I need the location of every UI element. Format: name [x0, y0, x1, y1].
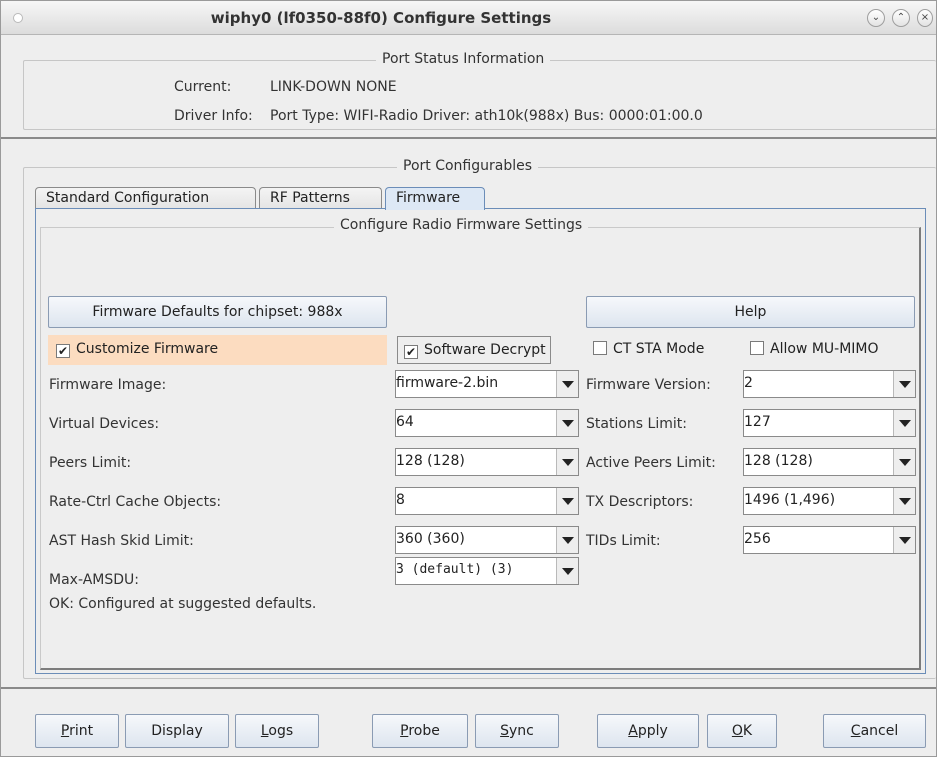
- print-label: rint: [69, 723, 94, 739]
- help-button[interactable]: Help: [586, 296, 915, 328]
- apply-button[interactable]: Apply: [597, 714, 699, 748]
- firmware-version-value: 2: [744, 375, 753, 391]
- chevron-down-icon[interactable]: [556, 558, 578, 584]
- peers-limit-label: Peers Limit:: [49, 455, 132, 471]
- checkbox-unchecked-icon: [750, 341, 764, 355]
- customize-firmware-label: Customize Firmware: [76, 341, 219, 357]
- chevron-down-icon[interactable]: [556, 449, 578, 475]
- chevron-down-icon[interactable]: [893, 449, 915, 475]
- probe-label: robe: [408, 723, 440, 739]
- apply-mnemonic: A: [628, 723, 638, 739]
- firmware-version-select[interactable]: 2: [743, 370, 916, 398]
- peers-limit-value: 128 (128): [396, 453, 465, 469]
- customize-firmware-checkbox[interactable]: ✔ Customize Firmware: [50, 336, 218, 364]
- firmware-image-label: Firmware Image:: [49, 377, 167, 393]
- software-decrypt-checkbox[interactable]: ✔ Software Decrypt: [397, 336, 551, 364]
- port-status-title: Port Status Information: [376, 51, 551, 67]
- active-peers-limit-value: 128 (128): [744, 453, 813, 469]
- active-peers-limit-label: Active Peers Limit:: [586, 455, 716, 471]
- virtual-devices-value: 64: [396, 414, 414, 430]
- ct-sta-mode-checkbox[interactable]: CT STA Mode: [587, 336, 704, 364]
- window-title: wiphy0 (lf0350-88f0) Configure Settings: [210, 9, 552, 27]
- tx-descriptors-value: 1496 (1,496): [744, 492, 836, 508]
- peers-limit-select[interactable]: 128 (128): [395, 448, 579, 476]
- firmware-version-label: Firmware Version:: [586, 377, 711, 393]
- cancel-mnemonic: C: [850, 723, 861, 739]
- tab-firmware[interactable]: Firmware: [385, 187, 485, 210]
- firmware-image-value: firmware-2.bin: [396, 375, 499, 391]
- cancel-button[interactable]: Cancel: [823, 714, 926, 748]
- tids-limit-value: 256: [744, 531, 771, 547]
- checkbox-checked-icon: ✔: [56, 344, 70, 358]
- chevron-down-icon[interactable]: [556, 488, 578, 514]
- max-amsdu-select[interactable]: 3 (default) (3): [395, 557, 579, 585]
- max-amsdu-value: 3 (default) (3): [396, 562, 514, 577]
- separator: [1, 137, 936, 139]
- chevron-down-icon[interactable]: [893, 488, 915, 514]
- sync-label: ync: [509, 723, 534, 739]
- tab-standard-configuration[interactable]: Standard Configuration: [35, 187, 256, 209]
- title-bar[interactable]: wiphy0 (lf0350-88f0) Configure Settings …: [1, 1, 936, 35]
- ok-button[interactable]: OK: [707, 714, 777, 748]
- minimize-icon[interactable]: ⌄: [867, 9, 885, 27]
- virtual-devices-select[interactable]: 64: [395, 409, 579, 437]
- stations-limit-label: Stations Limit:: [586, 416, 687, 432]
- configure-settings-window: wiphy0 (lf0350-88f0) Configure Settings …: [0, 0, 937, 757]
- separator: [1, 687, 936, 689]
- chevron-down-icon[interactable]: [893, 371, 915, 397]
- current-label: Current:: [174, 79, 232, 95]
- ok-mnemonic: O: [731, 723, 743, 739]
- rate-ctrl-cache-label: Rate-Ctrl Cache Objects:: [49, 494, 222, 510]
- tx-descriptors-select[interactable]: 1496 (1,496): [743, 487, 916, 515]
- ast-hash-skid-select[interactable]: 360 (360): [395, 526, 579, 554]
- tids-limit-select[interactable]: 256: [743, 526, 916, 554]
- ast-hash-skid-label: AST Hash Skid Limit:: [49, 533, 194, 549]
- virtual-devices-label: Virtual Devices:: [49, 416, 160, 432]
- current-value: LINK-DOWN NONE: [270, 79, 397, 95]
- apply-label: pply: [637, 723, 668, 739]
- chevron-down-icon[interactable]: [556, 527, 578, 553]
- ct-sta-mode-label: CT STA Mode: [613, 341, 705, 357]
- software-decrypt-label: Software Decrypt: [424, 342, 546, 358]
- status-message: OK: Configured at suggested defaults.: [49, 596, 317, 612]
- driver-info-value: Port Type: WIFI-Radio Driver: ath10k(988…: [270, 108, 703, 124]
- active-peers-limit-select[interactable]: 128 (128): [743, 448, 916, 476]
- stations-limit-value: 127: [744, 414, 771, 430]
- driver-info-label: Driver Info:: [174, 108, 253, 124]
- stations-limit-select[interactable]: 127: [743, 409, 916, 437]
- print-mnemonic: P: [60, 723, 70, 739]
- ok-label: K: [742, 723, 753, 739]
- checkbox-unchecked-icon: [593, 341, 607, 355]
- rate-ctrl-cache-value: 8: [396, 492, 405, 508]
- sync-button[interactable]: Sync: [475, 714, 559, 748]
- checkbox-checked-icon: ✔: [404, 345, 418, 359]
- display-button[interactable]: Display: [125, 714, 229, 748]
- max-amsdu-label: Max-AMSDU:: [49, 572, 139, 588]
- firmware-defaults-button[interactable]: Firmware Defaults for chipset: 988x: [48, 296, 387, 328]
- tx-descriptors-label: TX Descriptors:: [586, 494, 694, 510]
- print-button[interactable]: Print: [35, 714, 119, 748]
- allow-mu-mimo-checkbox[interactable]: Allow MU-MIMO: [744, 336, 879, 364]
- chevron-down-icon[interactable]: [556, 371, 578, 397]
- probe-button[interactable]: Probe: [372, 714, 468, 748]
- firmware-panel-title: Configure Radio Firmware Settings: [334, 217, 589, 233]
- maximize-icon[interactable]: ⌃: [892, 9, 910, 27]
- tab-rf-patterns[interactable]: RF Patterns: [259, 187, 382, 209]
- logs-button[interactable]: Logs: [235, 714, 319, 748]
- allow-mu-mimo-label: Allow MU-MIMO: [770, 341, 879, 357]
- sync-mnemonic: S: [500, 723, 510, 739]
- port-configurables-title: Port Configurables: [397, 158, 539, 174]
- cancel-label: ancel: [860, 723, 899, 739]
- chevron-down-icon[interactable]: [556, 410, 578, 436]
- close-icon[interactable]: ×: [917, 9, 933, 27]
- firmware-image-select[interactable]: firmware-2.bin: [395, 370, 579, 398]
- tids-limit-label: TIDs Limit:: [586, 533, 661, 549]
- rate-ctrl-cache-select[interactable]: 8: [395, 487, 579, 515]
- logs-label: ogs: [268, 723, 294, 739]
- chevron-down-icon[interactable]: [893, 410, 915, 436]
- chevron-down-icon[interactable]: [893, 527, 915, 553]
- ast-hash-skid-value: 360 (360): [396, 531, 465, 547]
